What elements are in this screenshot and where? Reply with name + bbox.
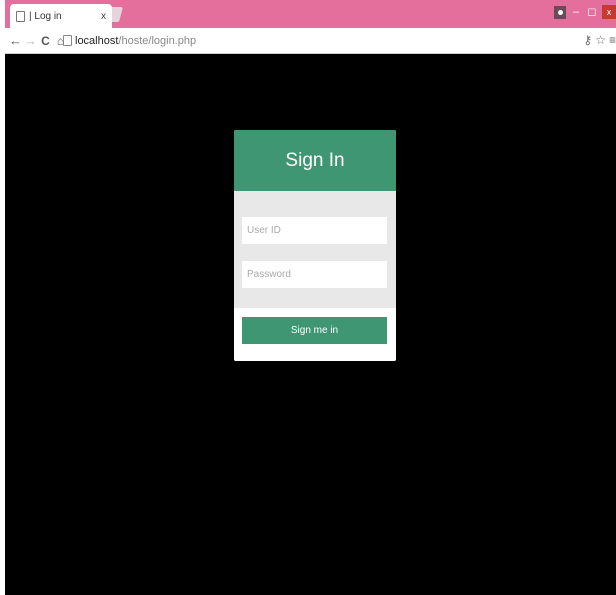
address-bar[interactable]: localhost /hoste/login.php bbox=[63, 31, 583, 50]
menu-icon[interactable]: ≡ bbox=[609, 33, 616, 47]
tab-close-icon[interactable]: x bbox=[101, 11, 106, 22]
password-input[interactable] bbox=[242, 261, 387, 288]
tab-title: | Log in bbox=[29, 10, 62, 22]
sign-in-button[interactable]: Sign me in bbox=[242, 317, 387, 344]
login-header: Sign In bbox=[234, 130, 396, 191]
tab-login[interactable]: | Log in x bbox=[10, 4, 112, 28]
browser-toolbar: ← → C ⌂ localhost /hoste/login.php ⚷ ☆ ≡ bbox=[5, 28, 616, 54]
login-title: Sign In bbox=[285, 149, 345, 171]
star-icon[interactable]: ☆ bbox=[595, 33, 606, 47]
login-card: Sign In Sign me in bbox=[234, 130, 396, 361]
close-window-button[interactable]: x bbox=[602, 5, 616, 19]
forward-arrow-icon[interactable]: → bbox=[23, 33, 38, 48]
restore-button[interactable]: ◻ bbox=[586, 5, 598, 19]
tab-bar: | Log in x – ◻ x bbox=[5, 0, 616, 28]
reload-icon[interactable]: C bbox=[38, 34, 53, 48]
user-icon[interactable] bbox=[554, 5, 566, 19]
browser-window: | Log in x – ◻ x ← → C ⌂ localhost /host… bbox=[5, 0, 616, 595]
toolbar-right: ⚷ ☆ ≡ bbox=[583, 33, 616, 47]
window-controls: – ◻ x bbox=[554, 2, 616, 22]
back-arrow-icon[interactable]: ← bbox=[8, 33, 23, 48]
url-host: localhost bbox=[75, 34, 119, 47]
minimize-button[interactable]: – bbox=[570, 5, 582, 19]
user-id-input[interactable] bbox=[242, 217, 387, 244]
page-icon bbox=[63, 35, 72, 46]
url-path: /hoste/login.php bbox=[118, 34, 197, 47]
key-icon[interactable]: ⚷ bbox=[583, 33, 592, 47]
page-icon bbox=[16, 10, 25, 22]
